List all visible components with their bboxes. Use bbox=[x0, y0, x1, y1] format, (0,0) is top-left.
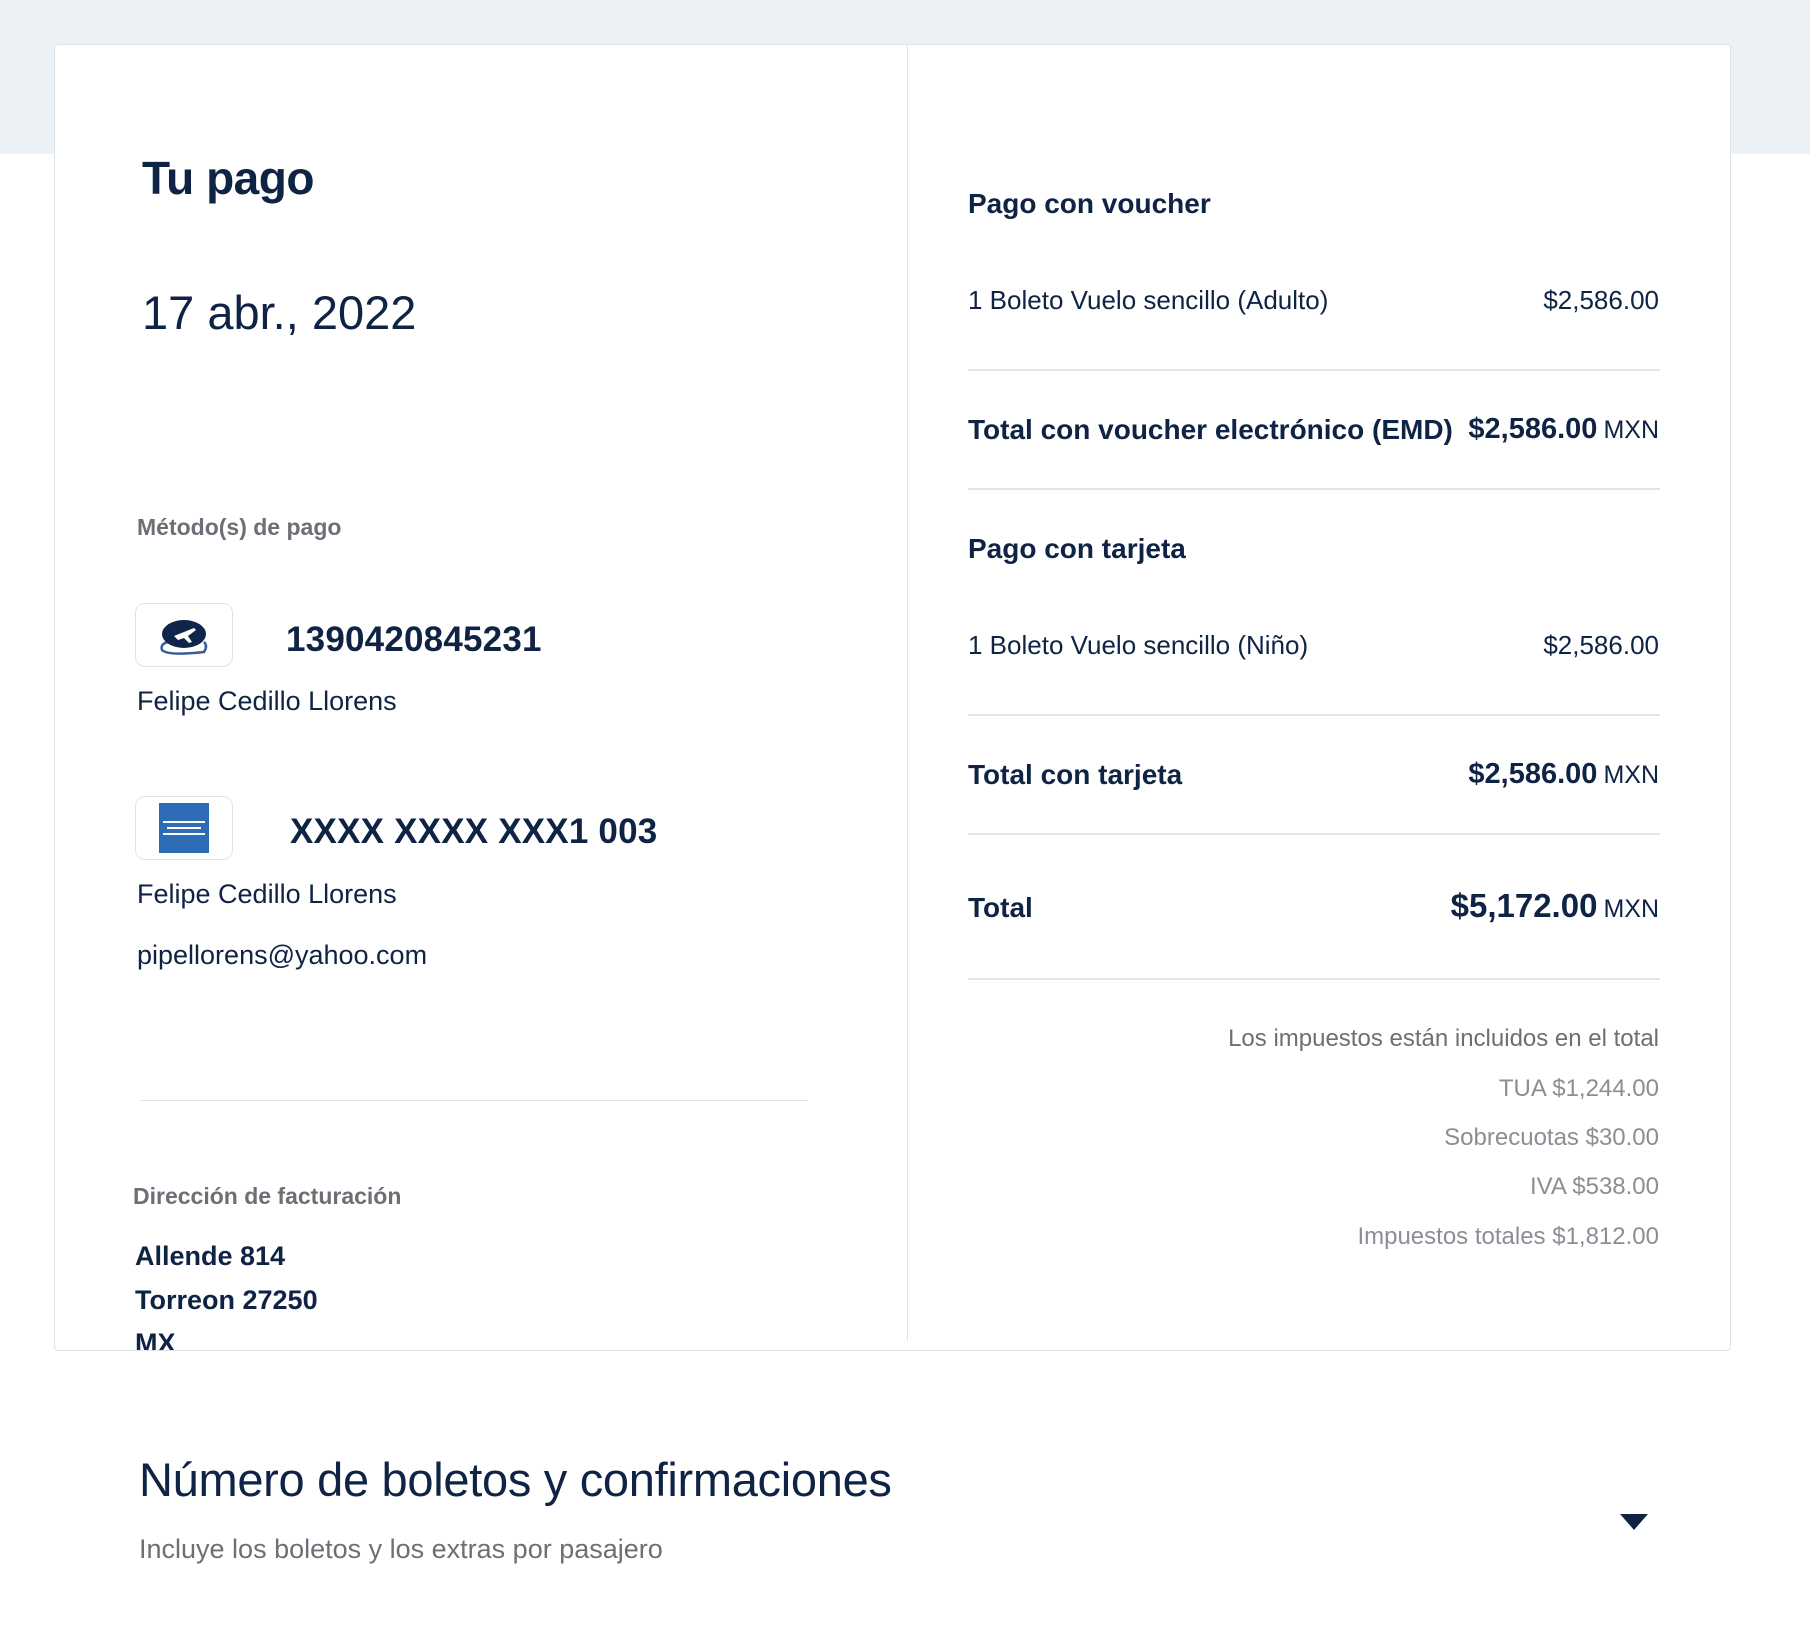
grand-total-label: Total bbox=[968, 892, 1033, 923]
voucher-item-label: 1 Boleto Vuelo sencillo (Adulto) bbox=[968, 285, 1329, 315]
voucher-total-amount: $2,586.00 MXN bbox=[1468, 413, 1659, 446]
payment-methods-label: Método(s) de pago bbox=[137, 514, 342, 540]
tickets-section-subtitle: Incluye los boletos y los extras por pas… bbox=[139, 1534, 663, 1564]
american-express-icon bbox=[135, 796, 233, 860]
grand-total-amount: $5,172.00 MXN bbox=[1451, 887, 1659, 925]
tax-line-tua: TUA $1,244.00 bbox=[1498, 1075, 1659, 1102]
card-item-label: 1 Boleto Vuelo sencillo (Niño) bbox=[968, 630, 1309, 660]
divider bbox=[968, 488, 1660, 490]
card-holder-email: pipellorens@yahoo.com bbox=[137, 940, 428, 970]
divider bbox=[968, 714, 1660, 716]
voucher-total-currency: MXN bbox=[1603, 416, 1659, 444]
divider bbox=[968, 369, 1660, 371]
card-total-currency: MXN bbox=[1603, 761, 1659, 789]
billing-address-line-2: Torreon 27250 bbox=[135, 1285, 318, 1315]
card-total-value: $2,586.00 bbox=[1468, 758, 1598, 790]
tickets-section-title[interactable]: Número de boletos y confirmaciones bbox=[139, 1452, 892, 1507]
card-total-label: Total con tarjeta bbox=[968, 759, 1183, 790]
tax-line-sobrecuotas: Sobrecuotas $30.00 bbox=[1444, 1124, 1659, 1151]
grand-total-value: $5,172.00 bbox=[1450, 887, 1598, 924]
divider bbox=[968, 978, 1660, 980]
payment-date: 17 abr., 2022 bbox=[142, 286, 417, 339]
left-divider bbox=[140, 1100, 808, 1101]
grand-total-currency: MXN bbox=[1603, 895, 1659, 923]
card-number: XXXX XXXX XXX1 003 bbox=[290, 812, 658, 851]
voucher-number: 1390420845231 bbox=[286, 620, 542, 659]
voucher-total-value: $2,586.00 bbox=[1468, 413, 1598, 445]
card-payment-heading: Pago con tarjeta bbox=[968, 533, 1186, 564]
tax-line-iva: IVA $538.00 bbox=[1530, 1173, 1659, 1200]
chevron-down-icon[interactable] bbox=[1620, 1514, 1648, 1530]
card-holder-name: Felipe Cedillo Llorens bbox=[137, 879, 397, 909]
billing-address-label: Dirección de facturación bbox=[133, 1183, 402, 1209]
voucher-holder-name: Felipe Cedillo Llorens bbox=[137, 686, 397, 716]
voucher-total-label: Total con voucher electrónico (EMD) bbox=[968, 414, 1453, 445]
column-divider bbox=[907, 45, 908, 1341]
page-title: Tu pago bbox=[142, 152, 314, 204]
voucher-payment-heading: Pago con voucher bbox=[968, 188, 1211, 219]
billing-address-line-1: Allende 814 bbox=[135, 1241, 286, 1271]
voucher-item-amount: $2,586.00 bbox=[1543, 285, 1659, 315]
card-item-amount: $2,586.00 bbox=[1543, 630, 1659, 660]
billing-address-line-3: MX bbox=[135, 1328, 176, 1351]
payment-card: Tu pago 17 abr., 2022 Método(s) de pago … bbox=[54, 44, 1731, 1351]
tax-note: Los impuestos están incluidos en el tota… bbox=[1228, 1025, 1659, 1052]
card-total-amount: $2,586.00 MXN bbox=[1468, 758, 1659, 791]
divider bbox=[968, 833, 1660, 835]
tax-line-total: Impuestos totales $1,812.00 bbox=[1357, 1223, 1659, 1250]
voucher-icon bbox=[135, 603, 233, 667]
